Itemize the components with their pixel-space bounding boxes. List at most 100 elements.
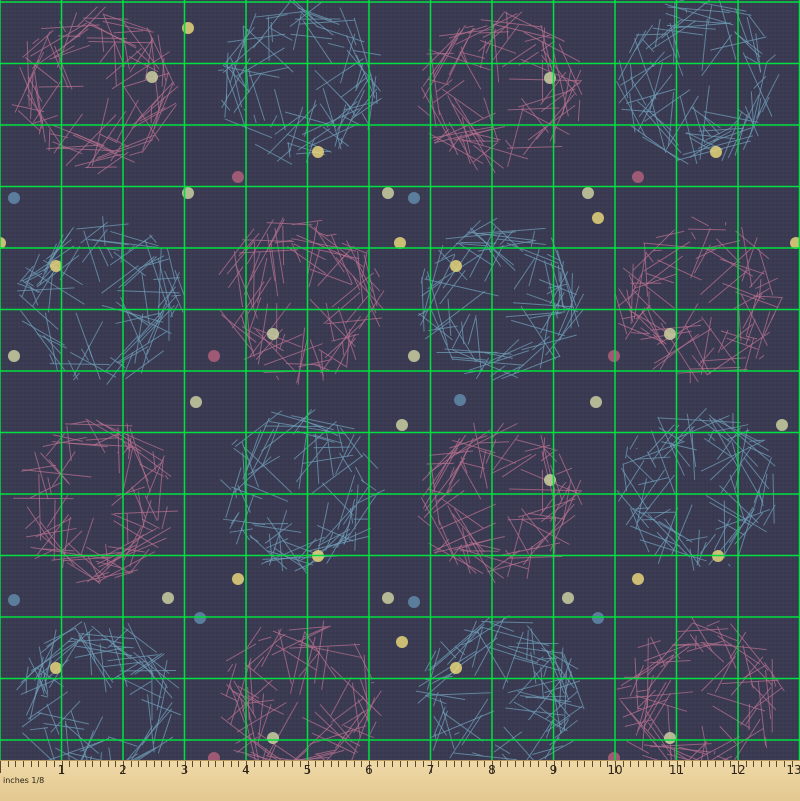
ruler-tick	[461, 761, 462, 767]
ruler-tick	[415, 761, 416, 767]
ruler-tick	[653, 761, 654, 767]
ruler-tick	[692, 761, 693, 767]
ruler-tick	[707, 761, 708, 767]
ruler-tick	[600, 761, 601, 767]
ruler-tick	[215, 761, 216, 767]
ruler-tick	[192, 761, 193, 767]
ruler-tick	[761, 761, 762, 767]
polka-dot	[382, 187, 394, 199]
ruler-tick	[400, 761, 401, 767]
ruler-tick	[338, 761, 339, 767]
ruler-tick	[0, 761, 1, 773]
ruler-number: 6	[365, 763, 373, 777]
ruler-tick	[223, 761, 224, 767]
polka-dot	[208, 350, 220, 362]
ruler-tick	[530, 761, 531, 767]
polka-dot	[562, 592, 574, 604]
ruler-tick	[561, 761, 562, 767]
ruler-tick	[108, 761, 109, 767]
ruler-tick	[131, 761, 132, 767]
ruler-tick	[269, 761, 270, 767]
polka-dot	[582, 187, 594, 199]
ruler-tick	[507, 761, 508, 767]
ruler-tick	[277, 761, 278, 767]
polka-dot	[710, 146, 722, 158]
ruler-tick	[569, 761, 570, 767]
ruler-number: 1	[58, 763, 66, 777]
polka-dot	[146, 71, 158, 83]
polka-dot	[776, 419, 788, 431]
polka-dot	[194, 612, 206, 624]
ruler-tick	[115, 761, 116, 767]
ruler-tick	[392, 761, 393, 767]
ruler-tick	[477, 761, 478, 767]
polka-dot	[190, 396, 202, 408]
polka-dot	[450, 260, 462, 272]
ruler-tick	[746, 761, 747, 767]
ruler-tick	[446, 761, 447, 767]
ruler-tick	[254, 761, 255, 767]
polka-dot	[267, 732, 279, 744]
polka-dot	[394, 237, 406, 249]
polka-dot	[632, 171, 644, 183]
polka-dot	[8, 594, 20, 606]
ruler-tick	[407, 761, 408, 767]
ruler-number: 2	[119, 763, 127, 777]
ruler-tick	[546, 761, 547, 767]
polka-dot	[396, 419, 408, 431]
ruler-number: 4	[242, 763, 250, 777]
polka-dot	[50, 260, 62, 272]
polka-dot	[450, 662, 462, 674]
ruler-tick	[85, 761, 86, 767]
ruler-tick	[623, 761, 624, 767]
polka-dot	[632, 573, 644, 585]
ruler-number: 11	[669, 763, 684, 777]
polka-dot	[312, 146, 324, 158]
ruler-tick	[454, 761, 455, 767]
polka-dot	[408, 350, 420, 362]
ruler-tick	[700, 761, 701, 767]
ruler-tick	[323, 761, 324, 767]
ruler-number: 13	[786, 763, 800, 777]
ruler-tick	[438, 761, 439, 767]
ruler-tick	[354, 761, 355, 767]
ruler-tick	[484, 761, 485, 767]
polka-dot	[8, 350, 20, 362]
polka-dot	[592, 612, 604, 624]
polka-dot	[664, 328, 676, 340]
polka-dot	[267, 328, 279, 340]
ruler-number: 12	[730, 763, 745, 777]
measuring-ruler: inches 1/8 12345678910111213	[0, 760, 800, 801]
ruler-tick	[753, 761, 754, 767]
ruler-tick	[238, 761, 239, 767]
polka-dot	[396, 636, 408, 648]
ruler-tick	[684, 761, 685, 767]
ruler-tick	[92, 761, 93, 767]
ruler-tick	[315, 761, 316, 767]
ruler-tick	[284, 761, 285, 767]
product-image: inches 1/8 12345678910111213	[0, 0, 800, 800]
ruler-tick	[523, 761, 524, 767]
ruler-tick	[146, 761, 147, 767]
ruler-tick	[723, 761, 724, 767]
ruler-tick	[469, 761, 470, 767]
ruler-tick	[8, 761, 9, 767]
polka-dot	[232, 171, 244, 183]
ruler-tick	[208, 761, 209, 767]
ruler-tick	[15, 761, 16, 767]
polka-dot	[454, 394, 466, 406]
polka-dot	[162, 592, 174, 604]
ruler-tick	[46, 761, 47, 767]
ruler-tick	[538, 761, 539, 767]
ruler-number: 7	[427, 763, 435, 777]
ruler-number: 3	[181, 763, 189, 777]
polka-dot	[408, 596, 420, 608]
ruler-tick	[346, 761, 347, 767]
polka-dot	[408, 192, 420, 204]
ruler-tick	[500, 761, 501, 767]
ruler-tick	[592, 761, 593, 767]
ruler-tick	[154, 761, 155, 767]
ruler-tick	[261, 761, 262, 767]
ruler-tick	[361, 761, 362, 767]
ruler-number: 5	[304, 763, 312, 777]
